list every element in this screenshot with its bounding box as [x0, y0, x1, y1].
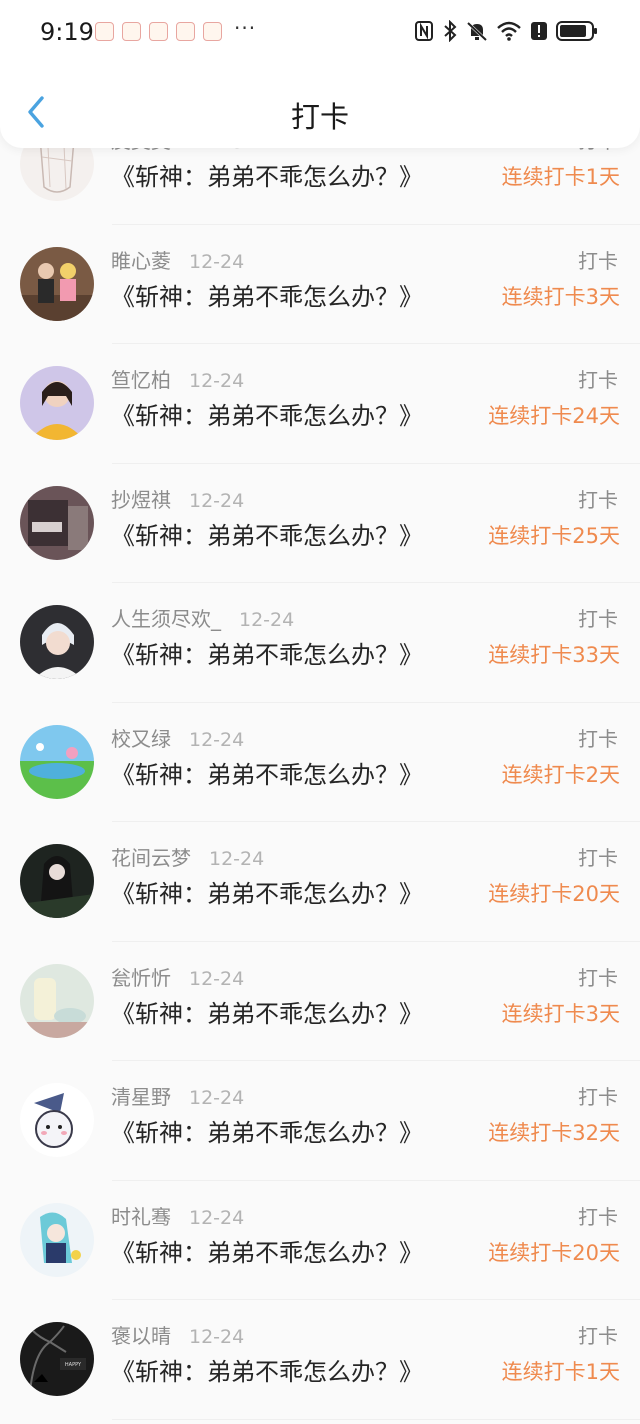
avatar[interactable] — [20, 724, 94, 799]
status-bar: 9:19 ··· — [0, 0, 640, 66]
avatar[interactable] — [20, 963, 94, 1038]
action-label: 打卡 — [578, 607, 618, 631]
list-item[interactable]: HAPPY 褒以晴 12-24 《斩神：弟弟不乖怎么办？》 打卡 连续打卡1天 — [0, 1300, 640, 1420]
list-item[interactable]: 花间云梦 12-24 《斩神：弟弟不乖怎么办？》 打卡 连续打卡20天 — [0, 822, 640, 942]
list-item[interactable]: 校又绿 12-24 《斩神：弟弟不乖怎么办？》 打卡 连续打卡2天 — [0, 702, 640, 822]
streak-label: 连续打卡3天 — [501, 284, 620, 309]
checkin-date: 12-24 — [189, 1206, 245, 1229]
streak-label: 连续打卡20天 — [488, 882, 620, 906]
user-name[interactable]: 睢心菱 — [111, 245, 171, 274]
clock: 9:19 — [40, 18, 94, 46]
action-label: 打卡 — [578, 726, 618, 751]
streak-label: 连续打卡32天 — [488, 1121, 620, 1145]
avatar[interactable] — [20, 1202, 94, 1277]
action-label: 打卡 — [578, 1204, 618, 1229]
action-label: 打卡 — [578, 846, 618, 870]
user-name[interactable]: 时礼骞 — [111, 1201, 171, 1230]
checkin-list[interactable]: 皮莫莫12-23 《斩神：弟弟不乖怎么办？》 打卡 连续打卡1天 睢心菱12-2… — [0, 105, 640, 1420]
avatar[interactable] — [20, 485, 94, 560]
action-label: 打卡 — [578, 487, 618, 512]
app-notification-icon — [149, 22, 168, 41]
user-name[interactable]: 笪忆柏 — [111, 364, 171, 393]
battery-icon — [556, 21, 597, 41]
checkin-date: 12-24 — [209, 848, 265, 870]
app-notification-icon — [95, 22, 114, 41]
app-header: 9:19 ··· 打卡 — [0, 0, 640, 148]
streak-label: 连续打卡33天 — [488, 643, 620, 667]
avatar[interactable] — [20, 246, 94, 321]
checkin-date: 12-24 — [189, 1326, 245, 1348]
avatar[interactable] — [20, 844, 94, 918]
nfc-icon — [415, 21, 433, 41]
user-name[interactable]: 抄煜祺 — [111, 484, 171, 513]
book-title[interactable]: 《斩神：弟弟不乖怎么办？》 — [111, 157, 423, 192]
streak-label: 连续打卡20天 — [488, 1240, 620, 1265]
user-name[interactable]: 人生须尽欢_ — [111, 603, 221, 632]
user-name[interactable]: 清星野 — [111, 1081, 171, 1110]
user-name[interactable]: 花间云梦 — [111, 842, 191, 871]
book-title[interactable]: 《斩神：弟弟不乖怎么办？》 — [111, 396, 423, 431]
app-notification-icon — [203, 22, 222, 41]
list-item[interactable]: 笪忆柏 12-24 《斩神：弟弟不乖怎么办？》 打卡 连续打卡24天 — [0, 344, 640, 464]
streak-label: 连续打卡24天 — [488, 404, 620, 428]
action-label: 打卡 — [578, 1324, 618, 1348]
action-label: 打卡 — [578, 248, 618, 273]
streak-label: 连续打卡2天 — [501, 762, 620, 787]
streak-label: 连续打卡1天 — [501, 165, 620, 189]
action-label: 打卡 — [578, 965, 618, 990]
checkin-date: 12-24 — [189, 370, 245, 392]
svg-text:HAPPY: HAPPY — [65, 1362, 82, 1368]
book-title[interactable]: 《斩神：弟弟不乖怎么办？》 — [111, 1352, 423, 1387]
notification-icons — [95, 22, 222, 41]
action-label: 打卡 — [578, 1085, 618, 1109]
user-name[interactable]: 褒以晴 — [111, 1320, 171, 1349]
avatar[interactable] — [20, 366, 94, 440]
book-title[interactable]: 《斩神：弟弟不乖怎么办？》 — [111, 874, 423, 909]
book-title[interactable]: 《斩神：弟弟不乖怎么办？》 — [111, 755, 423, 790]
streak-label: 连续打卡1天 — [501, 1360, 620, 1384]
more-notifications: ··· — [234, 16, 257, 40]
list-item[interactable]: 抄煜祺 12-24 《斩神：弟弟不乖怎么办？》 打卡 连续打卡25天 — [0, 463, 640, 583]
avatar[interactable] — [20, 1083, 94, 1157]
avatar[interactable]: HAPPY — [20, 1322, 94, 1396]
book-title[interactable]: 《斩神：弟弟不乖怎么办？》 — [111, 1113, 423, 1148]
checkin-date: 12-24 — [239, 609, 295, 631]
page-title: 打卡 — [290, 100, 349, 134]
user-name[interactable]: 校又绿 — [111, 723, 171, 752]
list-item[interactable]: 时礼骞 12-24 《斩神：弟弟不乖怎么办？》 打卡 连续打卡20天 — [0, 1180, 640, 1300]
list-item[interactable]: 睢心菱 12-24 《斩神：弟弟不乖怎么办？》 打卡 连续打卡3天 — [0, 224, 640, 344]
user-name[interactable]: 瓮忻忻 — [111, 962, 171, 991]
mute-icon — [466, 21, 488, 42]
book-title[interactable]: 《斩神：弟弟不乖怎么办？》 — [111, 1233, 423, 1268]
app-notification-icon — [122, 22, 141, 41]
book-title[interactable]: 《斩神：弟弟不乖怎么办？》 — [111, 994, 423, 1029]
checkin-date: 12-24 — [189, 1087, 245, 1109]
alert-icon — [531, 22, 547, 40]
checkin-date: 12-24 — [189, 967, 245, 990]
checkin-date: 12-24 — [189, 728, 245, 751]
book-title[interactable]: 《斩神：弟弟不乖怎么办？》 — [111, 635, 423, 670]
streak-label: 连续打卡3天 — [501, 1001, 620, 1026]
action-label: 打卡 — [578, 368, 618, 392]
system-icons — [414, 20, 598, 42]
app-notification-icon — [176, 22, 195, 41]
list-item[interactable]: 人生须尽欢_ 12-24 《斩神：弟弟不乖怎么办？》 打卡 连续打卡33天 — [0, 583, 640, 703]
checkin-date: 12-24 — [189, 250, 245, 273]
list-item[interactable]: 清星野 12-24 《斩神：弟弟不乖怎么办？》 打卡 连续打卡32天 — [0, 1061, 640, 1181]
book-title[interactable]: 《斩神：弟弟不乖怎么办？》 — [111, 516, 423, 551]
streak-label: 连续打卡25天 — [488, 523, 620, 548]
book-title[interactable]: 《斩神：弟弟不乖怎么办？》 — [111, 277, 423, 312]
screen: 皮莫莫12-23 《斩神：弟弟不乖怎么办？》 打卡 连续打卡1天 睢心菱12-2… — [0, 0, 640, 1424]
wifi-icon — [497, 21, 521, 41]
list-item[interactable]: 瓮忻忻 12-24 《斩神：弟弟不乖怎么办？》 打卡 连续打卡3天 — [0, 941, 640, 1061]
checkin-date: 12-24 — [189, 489, 245, 512]
avatar[interactable] — [20, 605, 94, 679]
bluetooth-icon — [444, 20, 457, 42]
